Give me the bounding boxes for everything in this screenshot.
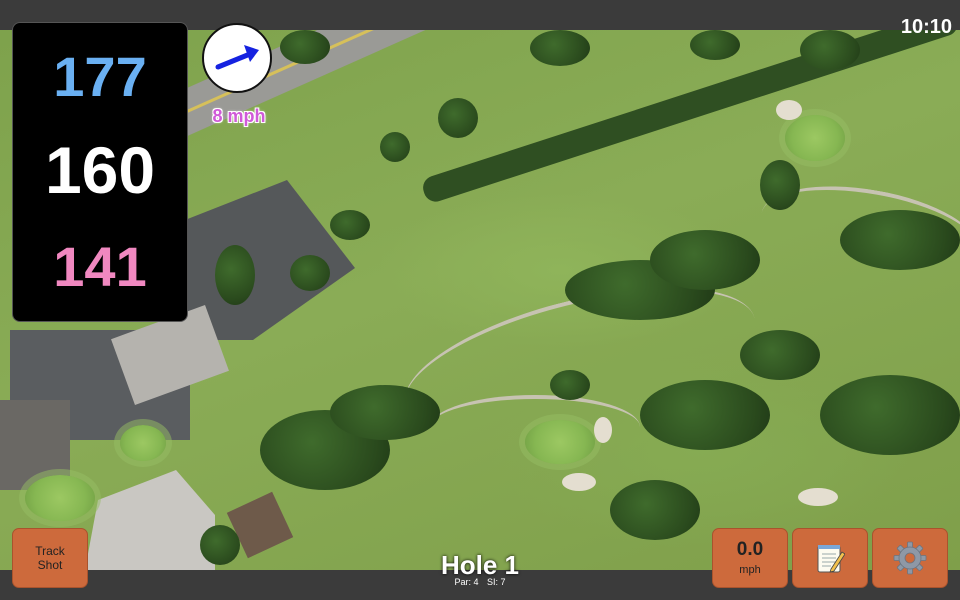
speed-value: 0.0	[736, 539, 764, 560]
tree	[380, 132, 410, 162]
tree	[740, 330, 820, 380]
tree	[530, 30, 590, 66]
putting-green	[525, 420, 595, 464]
scorecard-notes-button[interactable]	[792, 528, 868, 588]
tree	[290, 255, 330, 291]
back-of-green-distance: 177	[53, 45, 147, 108]
tree	[550, 370, 590, 400]
hole-title: Hole 1	[440, 550, 520, 580]
middle-of-green-distance: 160	[44, 133, 156, 207]
putting-green	[25, 475, 95, 521]
wind-direction-indicator	[202, 23, 272, 93]
tree-group	[640, 380, 770, 450]
notepad-icon	[817, 545, 845, 573]
tree-group	[840, 210, 960, 270]
par-label: Par: 4	[454, 577, 479, 587]
tree	[330, 210, 370, 240]
tree	[280, 30, 330, 64]
tree	[760, 160, 800, 210]
tree	[215, 245, 255, 305]
tree	[800, 30, 860, 70]
parking-lot	[185, 180, 355, 340]
sand-bunker	[776, 100, 802, 120]
wind-speed-label: 8 mph	[212, 106, 266, 126]
tree-group	[610, 480, 700, 540]
putting-green	[785, 115, 845, 161]
tree-group	[820, 375, 960, 455]
track-shot-label-line2: Shot	[37, 558, 63, 572]
tree-line	[420, 30, 960, 205]
parking-lot	[85, 470, 215, 570]
sand-bunker	[562, 473, 596, 491]
settings-button[interactable]	[872, 528, 948, 588]
putting-green	[120, 425, 166, 461]
sand-bunker	[594, 417, 612, 443]
tree	[438, 98, 478, 138]
track-shot-label-line1: Track	[35, 544, 65, 558]
tree	[200, 525, 240, 565]
tree	[690, 30, 740, 60]
stroke-index-label: SI: 7	[487, 577, 506, 587]
speed-unit: mph	[739, 564, 761, 576]
front-of-green-distance: 141	[53, 235, 147, 298]
track-shot-button[interactable]: Track Shot	[12, 528, 88, 588]
speed-button[interactable]: 0.0 mph	[712, 528, 788, 588]
tree-group	[650, 230, 760, 290]
hole-info: Par: 4 SI: 7	[380, 577, 580, 587]
distance-panel: 177 160 141	[12, 22, 188, 322]
gear-icon	[893, 541, 927, 575]
sand-bunker	[798, 488, 838, 506]
clock: 10:10	[900, 16, 952, 38]
tree-group	[330, 385, 440, 440]
arrow-northeast-icon	[215, 45, 259, 70]
